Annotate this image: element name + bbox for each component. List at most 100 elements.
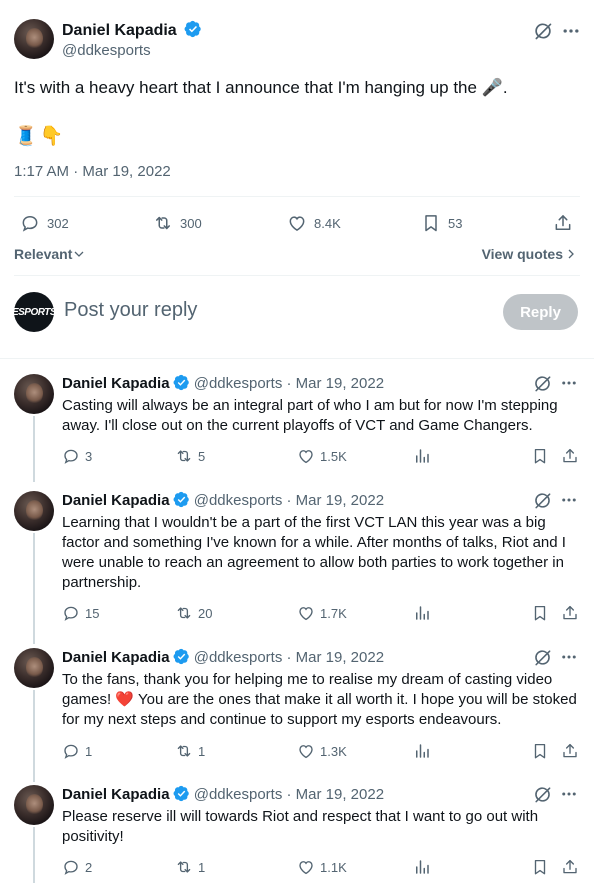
sort-label: Relevant [14,246,73,262]
view-quotes-link[interactable]: View quotes [482,246,576,262]
reply-input[interactable]: Post your reply [64,299,197,322]
author-avatar[interactable] [14,19,54,59]
grok-icon[interactable] [533,648,552,667]
bookmark-action[interactable] [531,858,549,876]
reply-author-handle[interactable]: @ddkesports [194,492,283,509]
reply-date[interactable]: · Mar 19, 2022 [287,649,385,666]
reply-text: Casting will always be an integral part … [62,397,558,434]
views-action[interactable] [413,742,431,760]
bookmark-stat[interactable]: 53 [421,205,462,241]
like-icon [297,604,315,622]
thread-emoji-line: 🧵👇 [14,126,66,147]
reply-author-name[interactable]: Daniel Kapadia [62,375,170,392]
reply-action[interactable]: 1 [62,742,92,760]
repost-stat[interactable]: 300 [153,205,202,241]
share-action[interactable] [561,447,579,465]
grok-icon[interactable] [533,785,552,804]
more-icon[interactable] [560,374,578,392]
tweet-timestamp[interactable]: 1:17 AM · Mar 19, 2022 [14,163,171,180]
share-action[interactable] [561,742,579,760]
repost-count: 300 [180,215,202,231]
reply-author-name[interactable]: Daniel Kapadia [62,649,170,666]
reply-avatar[interactable] [14,374,54,414]
reply-date[interactable]: · Mar 19, 2022 [287,492,385,509]
divider [0,358,594,359]
views-icon [413,604,431,622]
grok-icon[interactable] [533,491,552,510]
like-count: 1.7K [320,605,347,621]
reply-author-handle[interactable]: @ddkesports [194,786,283,803]
author-block: Daniel Kapadia [62,20,202,40]
bookmark-icon [531,742,549,760]
composer-avatar[interactable]: ESPORTS [11,292,57,332]
composer-avatar-text: ESPORTS [11,306,57,318]
reply-icon [20,213,40,233]
bookmark-action[interactable] [531,604,549,622]
like-count: 1.1K [320,859,347,875]
reply-count: 2 [85,859,93,875]
thread-line [33,827,35,883]
like-action[interactable]: 1.1K [297,858,347,876]
like-action[interactable]: 1.7K [297,604,347,622]
more-icon[interactable] [560,648,578,666]
chevron-down-icon [74,251,84,257]
bookmark-action[interactable] [531,742,549,760]
grok-icon[interactable] [533,21,553,41]
share-action[interactable] [561,858,579,876]
bookmark-icon [421,213,441,233]
reply-stat[interactable]: 302 [20,205,69,241]
like-icon [297,447,315,465]
bookmark-action[interactable] [531,447,549,465]
reply-text: Learning that I wouldn't be a part of th… [62,514,566,591]
like-icon [297,858,315,876]
author-name[interactable]: Daniel Kapadia [62,22,177,39]
reply-author-handle[interactable]: @ddkesports [194,375,283,392]
divider [14,196,580,197]
verified-icon [173,491,190,508]
sort-dropdown[interactable]: Relevant [14,246,84,262]
thread-line [33,690,35,782]
reply-icon [62,858,80,876]
reply-avatar[interactable] [14,648,54,688]
reply-date[interactable]: · Mar 19, 2022 [287,786,385,803]
repost-action[interactable]: 1 [175,742,205,760]
share-icon [553,213,573,233]
more-icon[interactable] [560,785,578,803]
repost-action[interactable]: 20 [175,604,212,622]
share-icon [561,858,579,876]
repost-count: 20 [198,605,213,621]
share-icon [561,742,579,760]
verified-icon [173,785,190,802]
reply-avatar[interactable] [14,785,54,825]
reply-action[interactable]: 15 [62,604,99,622]
author-handle[interactable]: @ddkesports [62,42,151,59]
repost-action[interactable]: 5 [175,447,205,465]
views-action[interactable] [413,447,431,465]
like-action[interactable]: 1.5K [297,447,347,465]
reply-author-handle[interactable]: @ddkesports [194,649,283,666]
share-action[interactable] [561,604,579,622]
microphone-icon: 🎤 [481,78,503,97]
like-action[interactable]: 1.3K [297,742,347,760]
more-icon[interactable] [560,491,578,509]
share-stat[interactable] [553,205,573,241]
reply-author-name[interactable]: Daniel Kapadia [62,492,170,509]
view-quotes-label: View quotes [481,246,563,262]
repost-action[interactable]: 1 [175,858,205,876]
views-action[interactable] [413,604,431,622]
tweet-text-body: It's with a heavy heart that I announce … [14,78,477,97]
repost-icon [175,742,193,760]
reply-action[interactable]: 2 [62,858,92,876]
reply-action[interactable]: 3 [62,447,92,465]
more-icon[interactable] [561,21,581,41]
like-stat[interactable]: 8.4K [287,205,341,241]
views-action[interactable] [413,858,431,876]
reply-header: Daniel Kapadia @ddkesports · Mar 19, 202… [62,648,384,666]
reply-author-name[interactable]: Daniel Kapadia [62,786,170,803]
repost-icon [175,858,193,876]
grok-icon[interactable] [533,374,552,393]
reply-button[interactable]: Reply [503,294,578,330]
reply-date[interactable]: · Mar 19, 2022 [287,375,385,392]
reply-avatar[interactable] [14,491,54,531]
bookmark-count: 53 [448,215,463,231]
